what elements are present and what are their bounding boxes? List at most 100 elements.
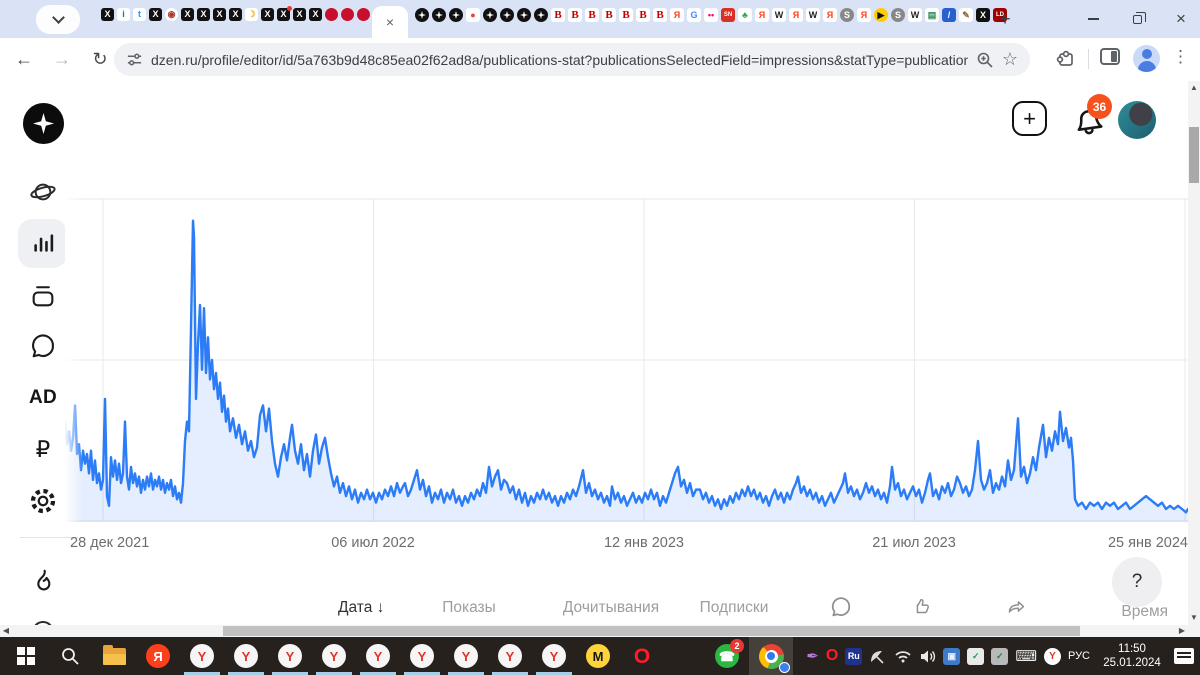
yandex-browser-icon[interactable]: Y [180,637,224,675]
horizontal-scrollbar[interactable]: ◀ ▶ [0,625,1188,637]
back-button[interactable]: ← [10,45,38,73]
column-header-impressions[interactable]: Показы [442,599,496,617]
keyboard-layout-icon[interactable]: ⌨ [1015,649,1037,664]
taskbar-clock[interactable]: 11:50 25.01.2024 [1097,642,1167,671]
impressions-chart[interactable] [63,198,1190,522]
reload-button[interactable]: ↻ [86,45,114,73]
flickr-tab[interactable]: •• [704,8,718,22]
dzen-tab[interactable] [449,8,463,22]
scroll-left-icon[interactable]: ◀ [0,624,12,637]
scroll-right-icon[interactable]: ▶ [1176,624,1188,637]
info-tab[interactable]: i [117,8,130,21]
remote-app-icon[interactable]: ▣ [943,647,961,665]
sidebar-item-monetization[interactable]: ₽ [26,432,60,466]
red-club-tab[interactable] [357,8,370,21]
red-club-tab[interactable] [325,8,338,21]
opera-tray-icon[interactable]: O [826,648,838,664]
dzen-tab[interactable] [534,8,548,22]
punto-switcher-icon[interactable]: Ru [845,647,863,665]
new-tab-button[interactable]: + [992,7,1018,33]
dzen-tab[interactable] [415,8,429,22]
url-text[interactable]: dzen.ru/profile/editor/id/5a763b9d48c85e… [151,52,968,68]
x-tab[interactable]: X [309,8,322,21]
dzen-tab[interactable] [517,8,531,22]
column-header-reads[interactable]: Дочитывания [563,599,659,617]
scroll-down-icon[interactable]: ▼ [1188,611,1200,624]
chrome-icon[interactable] [749,637,793,675]
yandex-tab[interactable]: Я [670,8,684,22]
vertical-scroll-thumb[interactable] [1189,127,1199,183]
b-red-tab[interactable]: В [636,8,650,22]
window-close-button[interactable]: × [1164,0,1198,38]
quill-icon[interactable]: ✒ [806,649,819,664]
profile-avatar[interactable] [1118,101,1156,139]
payment-card-icon[interactable]: ✓ [991,647,1009,665]
help-button[interactable]: ? [1112,557,1162,607]
s-gray-tab[interactable]: S [840,8,854,22]
extensions-icon[interactable] [1055,47,1077,69]
wiki-tab[interactable]: W [772,8,786,22]
b-red-tab[interactable]: В [653,8,667,22]
browser-profile-avatar[interactable] [1133,45,1160,72]
b-red-tab[interactable]: В [551,8,565,22]
x-tab[interactable]: X [213,8,226,21]
wiki-tab[interactable]: W [908,8,922,22]
x-tab[interactable]: X [181,8,194,21]
video-play-tab[interactable]: ▶ [874,8,888,22]
b-red-tab[interactable]: В [585,8,599,22]
yandex-tab[interactable]: Я [857,8,871,22]
yandex-tab[interactable]: Я [755,8,769,22]
book-tab[interactable]: ▤ [925,8,939,22]
column-header-likes[interactable] [911,596,933,618]
column-header-shares[interactable] [1006,596,1028,618]
antivirus-icon[interactable]: ✓ [967,647,985,665]
wifi-icon[interactable] [894,649,912,663]
impressions-chart-svg[interactable] [63,198,1190,522]
x-tab[interactable]: X [976,8,990,22]
s-gray-tab[interactable]: S [891,8,905,22]
slash-tab[interactable]: / [942,8,956,22]
bookmark-star-icon[interactable]: ☆ [1002,49,1018,70]
sidebar-item-settings[interactable] [26,484,60,518]
vertical-scrollbar[interactable]: ▲ ▼ [1188,81,1200,637]
opera-icon[interactable]: O [620,637,664,675]
site-settings-icon[interactable] [126,51,143,68]
sn-tab[interactable]: SN [721,8,735,22]
yandex-browser-icon[interactable]: Y [400,637,444,675]
yandex-tab[interactable]: Я [789,8,803,22]
sidebar-item-statistics[interactable] [26,226,60,260]
moon-tab[interactable]: ☽ [245,8,258,21]
dzen-tab[interactable] [432,8,446,22]
horizontal-scroll-thumb[interactable] [223,626,1080,636]
b-red-tab[interactable]: В [568,8,582,22]
x-tab[interactable]: X [149,8,162,21]
yandex-tab[interactable]: Я [823,8,837,22]
yandex-browser-icon[interactable]: Y [532,637,576,675]
yandex-browser-icon[interactable]: Y [488,637,532,675]
action-center-icon[interactable] [1174,648,1194,664]
sidebar-item-ads[interactable]: AD [26,381,60,415]
red-club-tab[interactable] [341,8,354,21]
b-red-tab[interactable]: В [619,8,633,22]
close-tab-icon[interactable]: × [386,14,394,30]
start-button[interactable] [4,637,48,675]
zoom-page-icon[interactable] [976,51,994,69]
column-header-comments[interactable] [830,596,852,618]
dzen-tab[interactable] [483,8,497,22]
yandex-browser-icon[interactable]: Y [356,637,400,675]
yandex-browser-icon[interactable]: Y [268,637,312,675]
sidebar-item-trends[interactable] [26,564,60,598]
dzen-tab[interactable] [500,8,514,22]
side-panel-icon[interactable] [1100,48,1120,65]
google-tab[interactable]: G [687,8,701,22]
sidebar-item-comments[interactable] [26,329,60,363]
x-tab[interactable]: X [261,8,274,21]
feather-tab[interactable]: ✎ [959,8,973,22]
x-tab[interactable]: X [229,8,242,21]
satellite-dish-icon[interactable] [869,648,887,664]
taskbar-search-icon[interactable] [48,637,92,675]
window-minimize-button[interactable] [1076,0,1110,38]
sidebar-item-publications[interactable] [26,279,60,313]
volume-icon[interactable] [919,649,936,664]
b-red-tab[interactable]: В [602,8,616,22]
